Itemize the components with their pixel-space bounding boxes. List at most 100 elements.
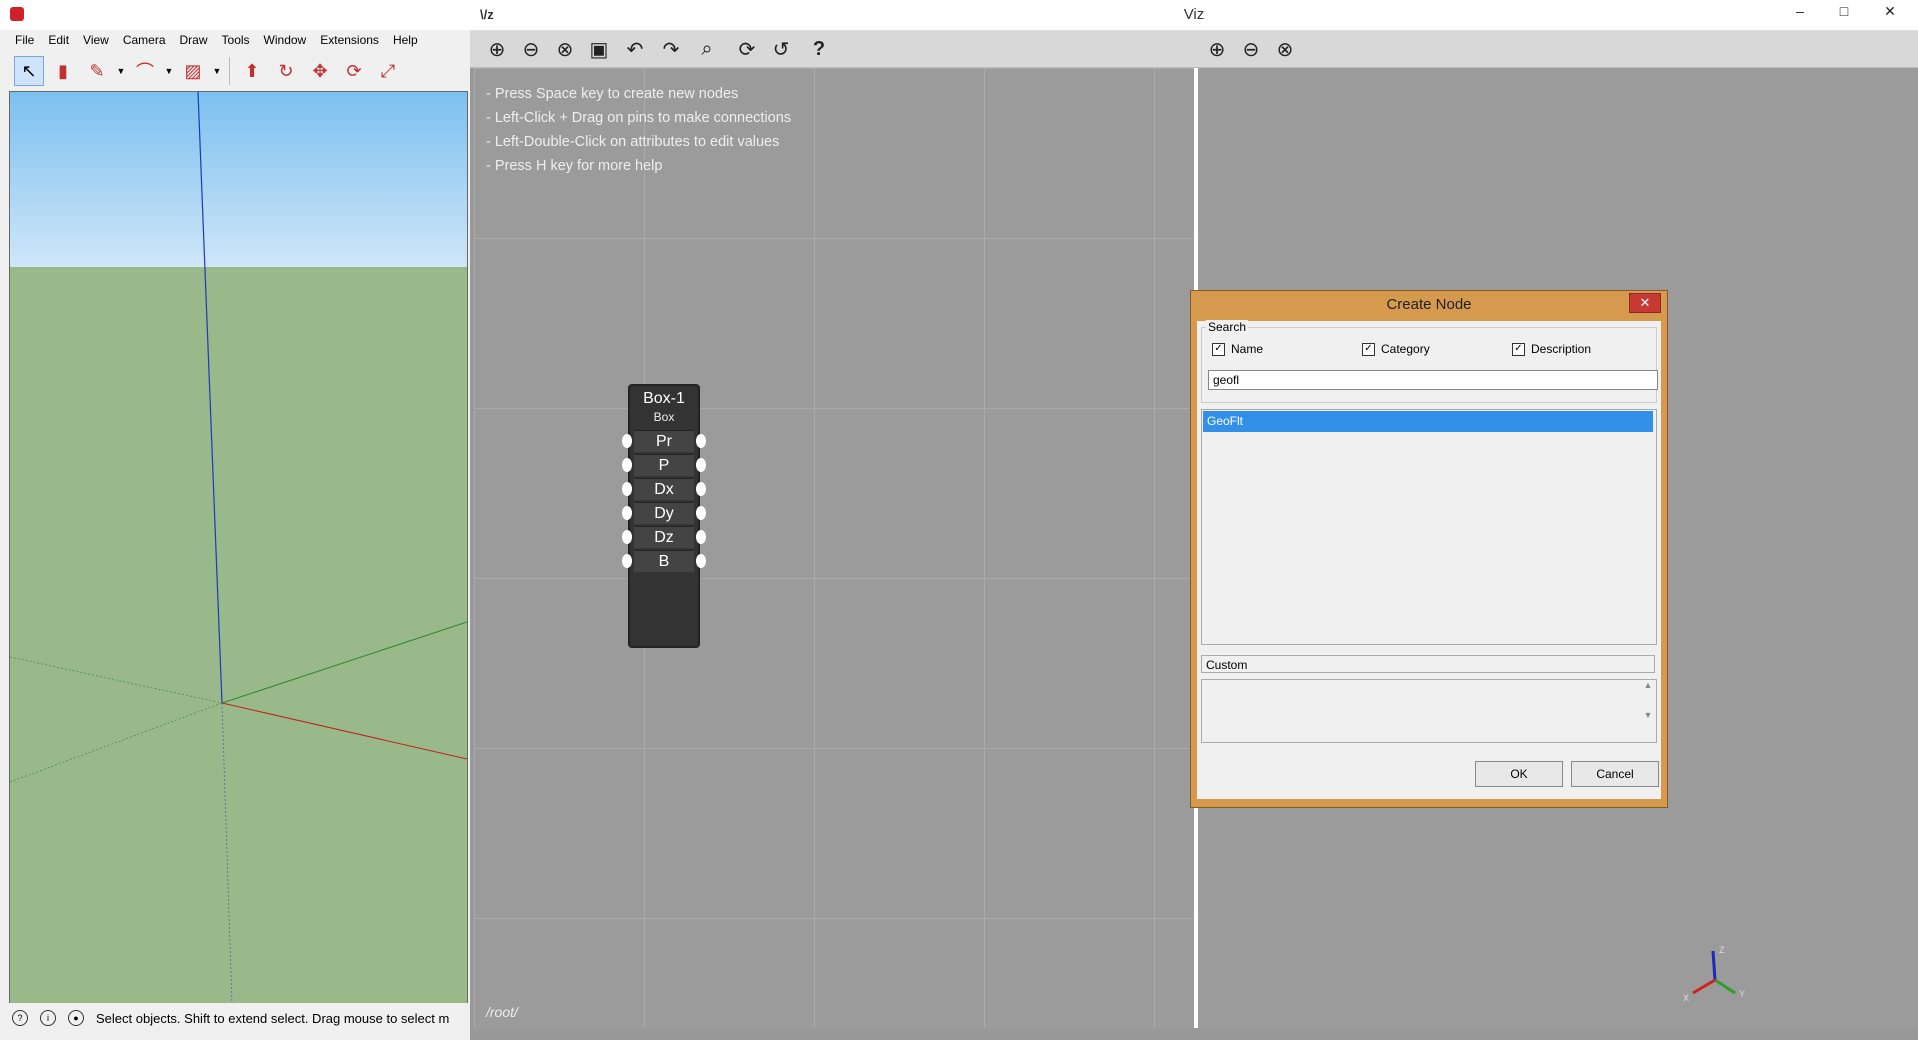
- node-pin[interactable]: Dz: [622, 526, 706, 548]
- minimize-button[interactable]: –: [1780, 0, 1820, 24]
- input-pin-handle[interactable]: [622, 434, 632, 448]
- menu-tools[interactable]: Tools: [215, 32, 257, 48]
- menu-edit[interactable]: Edit: [41, 32, 76, 48]
- refresh-all-icon[interactable]: ↺: [766, 35, 796, 63]
- gizmo-y-label: Y: [1739, 989, 1745, 999]
- description-scrollbar[interactable]: ▲ ▼: [1640, 680, 1656, 742]
- output-pin-handle[interactable]: [696, 530, 706, 544]
- zoom-fit-icon[interactable]: ⊗: [550, 35, 580, 63]
- viz-logo-icon: \/z: [480, 7, 494, 22]
- view-zoom-in-icon[interactable]: ⊕: [1202, 35, 1232, 63]
- blue-axis-dashed: [221, 702, 233, 1004]
- view-zoom-fit-icon[interactable]: ⊗: [1270, 35, 1300, 63]
- scale-icon[interactable]: ⤢: [373, 56, 403, 86]
- name-checkbox[interactable]: ✓ Name: [1212, 342, 1263, 356]
- category-checkbox[interactable]: ✓ Category: [1362, 342, 1430, 356]
- node-pin[interactable]: P: [622, 454, 706, 476]
- sketchup-statusbar: ? i ● Select objects. Shift to extend se…: [0, 1003, 470, 1033]
- green-axis-line: [221, 621, 467, 704]
- rectangle-dropdown-icon[interactable]: ▼: [212, 66, 222, 76]
- menu-extensions[interactable]: Extensions: [313, 32, 386, 48]
- user-icon[interactable]: ●: [68, 1010, 84, 1026]
- rotate-icon[interactable]: ⟳: [339, 56, 369, 86]
- arc-icon[interactable]: ⌒: [130, 56, 160, 86]
- sketchup-window: File Edit View Camera Draw Tools Window …: [0, 0, 471, 1040]
- node-pin[interactable]: Dy: [622, 502, 706, 524]
- gizmo-z-axis: [1711, 950, 1717, 981]
- pencil-dropdown-icon[interactable]: ▼: [116, 66, 126, 76]
- follow-me-icon[interactable]: ↻: [271, 56, 301, 86]
- search-input[interactable]: [1208, 370, 1658, 390]
- node-graph-canvas[interactable]: - Press Space key to create new nodes - …: [474, 68, 1198, 1028]
- help-line: - Left-Double-Click on attributes to edi…: [486, 134, 780, 150]
- description-box[interactable]: ▲ ▼: [1201, 679, 1657, 743]
- info-icon[interactable]: i: [40, 1010, 56, 1026]
- view-zoom-out-icon[interactable]: ⊖: [1236, 35, 1266, 63]
- select-icon[interactable]: ↖: [14, 56, 44, 86]
- viz-title: Viz: [1183, 6, 1205, 23]
- sketchup-viewport[interactable]: [9, 91, 468, 1005]
- input-pin-handle[interactable]: [622, 482, 632, 496]
- menu-camera[interactable]: Camera: [116, 32, 173, 48]
- node-title: Box-1: [643, 390, 685, 407]
- move-icon[interactable]: ✥: [305, 56, 335, 86]
- geolocation-icon[interactable]: ?: [12, 1010, 28, 1026]
- node-type: Box: [653, 410, 675, 424]
- list-item[interactable]: GeoFlt: [1203, 411, 1653, 432]
- zoom-out-icon[interactable]: ⊖: [516, 35, 546, 63]
- search-group-label: Search: [1206, 320, 1249, 334]
- box-node[interactable]: Box-1 Box Pr P Dx Dy Dz B: [622, 384, 706, 648]
- input-pin-handle[interactable]: [622, 506, 632, 520]
- menu-file[interactable]: File: [8, 32, 41, 48]
- output-pin-handle[interactable]: [696, 506, 706, 520]
- dialog-close-button[interactable]: ✕: [1629, 293, 1661, 313]
- redo-icon[interactable]: ↷: [656, 35, 686, 63]
- input-pin-handle[interactable]: [622, 554, 632, 568]
- viz-toolbar: ⊕ ⊖ ⊗ ▣ ↶ ↷ ⌕ ⟳ ↺ ? ⊕ ⊖ ⊗: [470, 31, 1918, 68]
- search-icon[interactable]: ⌕: [692, 35, 722, 63]
- check-icon[interactable]: ✓: [1362, 342, 1375, 356]
- arc-dropdown-icon[interactable]: ▼: [164, 66, 174, 76]
- cancel-button[interactable]: Cancel: [1571, 761, 1659, 787]
- menu-window[interactable]: Window: [257, 32, 314, 48]
- menu-draw[interactable]: Draw: [173, 32, 215, 48]
- description-checkbox[interactable]: ✓ Description: [1512, 342, 1591, 356]
- pin-label: Dz: [654, 529, 674, 546]
- checkbox-label: Description: [1531, 342, 1592, 356]
- ok-button[interactable]: OK: [1475, 761, 1563, 787]
- custom-field[interactable]: Custom: [1201, 655, 1655, 673]
- pencil-icon[interactable]: ✎: [82, 56, 112, 86]
- save-icon[interactable]: ▣: [584, 35, 614, 63]
- green-axis-dashed: [10, 656, 223, 704]
- check-icon[interactable]: ✓: [1512, 342, 1525, 356]
- pushpull-icon[interactable]: ⬆: [237, 56, 267, 86]
- red-axis-dashed: [10, 702, 223, 783]
- checkbox-label: Name: [1231, 342, 1264, 356]
- dialog-title: Create Node: [1386, 296, 1472, 313]
- output-pin-handle[interactable]: [696, 434, 706, 448]
- help-icon[interactable]: ?: [804, 35, 834, 63]
- refresh-icon[interactable]: ⟳: [732, 35, 762, 63]
- maximize-button[interactable]: □: [1824, 0, 1864, 24]
- axes-gizmo: Z Y X: [1683, 945, 1745, 1003]
- undo-icon[interactable]: ↶: [620, 35, 650, 63]
- node-pin[interactable]: B: [622, 550, 706, 572]
- node-pin[interactable]: Dx: [622, 478, 706, 500]
- close-window-button[interactable]: ✕: [1870, 0, 1910, 24]
- eraser-icon[interactable]: ▮: [48, 56, 78, 86]
- sketchup-toolbar: ↖ ▮ ✎ ▼ ⌒ ▼ ▨ ▼ ⬆ ↻ ✥ ⟳ ⤢: [14, 54, 403, 88]
- input-pin-handle[interactable]: [622, 458, 632, 472]
- node-pin[interactable]: Pr: [622, 430, 706, 452]
- input-pin-handle[interactable]: [622, 530, 632, 544]
- check-icon[interactable]: ✓: [1212, 342, 1225, 356]
- menu-view[interactable]: View: [76, 32, 116, 48]
- help-line: - Press H key for more help: [486, 158, 663, 174]
- zoom-in-icon[interactable]: ⊕: [482, 35, 512, 63]
- output-pin-handle[interactable]: [696, 458, 706, 472]
- status-text: Select objects. Shift to extend select. …: [96, 1010, 450, 1026]
- results-list[interactable]: GeoFlt: [1201, 409, 1657, 645]
- output-pin-handle[interactable]: [696, 554, 706, 568]
- output-pin-handle[interactable]: [696, 482, 706, 496]
- rectangle-icon[interactable]: ▨: [178, 56, 208, 86]
- menu-help[interactable]: Help: [386, 32, 425, 48]
